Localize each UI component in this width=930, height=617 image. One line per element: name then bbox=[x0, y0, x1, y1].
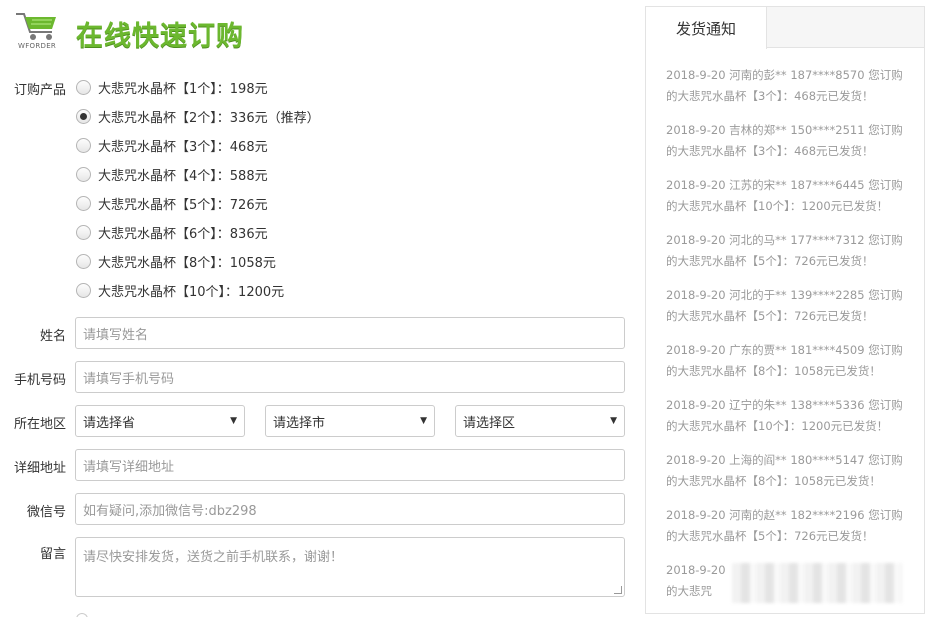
shipping-notice-item: 2018-9-20 吉林的郑** 150****2511 您订购的大悲咒水晶杯【… bbox=[666, 123, 903, 158]
radio-button[interactable] bbox=[76, 108, 91, 124]
product-option[interactable]: 大悲咒水晶杯【5个】：726元 bbox=[76, 193, 268, 213]
product-option-label: 大悲咒水晶杯【8个】：1058元 bbox=[98, 255, 276, 271]
province-select-value: 请选择省 bbox=[83, 415, 136, 431]
address-input[interactable]: 请填写详细地址 bbox=[75, 449, 625, 481]
product-option-label: 大悲咒水晶杯【2个】：336元（推荐） bbox=[98, 110, 320, 126]
message-row: 留言 请尽快安排发货，送货之前手机联系，谢谢！ bbox=[0, 537, 630, 597]
tab-shipping-notice[interactable]: 发货通知 bbox=[646, 7, 767, 49]
product-option[interactable]: 大悲咒水晶杯【3个】：468元 bbox=[76, 135, 268, 155]
district-select-value: 请选择区 bbox=[463, 415, 516, 431]
city-select[interactable]: 请选择市 ▼ bbox=[265, 405, 435, 437]
wechat-label: 微信号 bbox=[26, 505, 66, 520]
product-label: 订购产品 bbox=[13, 83, 66, 98]
name-label: 姓名 bbox=[39, 329, 66, 344]
product-option-label: 大悲咒水晶杯【3个】：468元 bbox=[98, 139, 268, 155]
region-label: 所在地区 bbox=[13, 417, 66, 432]
region-row: 所在地区 请选择省 ▼ 请选择市 ▼ 请选择区 ▼ bbox=[0, 405, 630, 437]
resize-handle-icon[interactable] bbox=[614, 586, 622, 594]
product-option[interactable]: 大悲咒水晶杯【4个】：588元 bbox=[76, 164, 268, 184]
dropdown-arrow-icon: ▼ bbox=[420, 416, 427, 426]
blurred-privacy-area bbox=[732, 563, 902, 603]
radio-button[interactable] bbox=[76, 224, 91, 240]
product-option[interactable]: 大悲咒水晶杯【10个】：1200元 bbox=[76, 280, 284, 300]
product-option-label: 大悲咒水晶杯【5个】：726元 bbox=[98, 197, 268, 213]
radio-button[interactable] bbox=[76, 137, 91, 153]
wechat-input[interactable]: 如有疑问,添加微信号:dbz298 bbox=[75, 493, 625, 525]
partial-radio[interactable] bbox=[76, 613, 88, 617]
radio-button[interactable] bbox=[76, 195, 91, 211]
shipping-notice-item: 2018-9-20 河南的赵** 182****2196 您订购的大悲咒水晶杯【… bbox=[666, 508, 903, 543]
message-placeholder: 请尽快安排发货，送货之前手机联系，谢谢！ bbox=[83, 550, 344, 565]
shipping-notice-item: 2018-9-20 江苏的宋** 187****6445 您订购的大悲咒水晶杯【… bbox=[666, 178, 903, 213]
tab-bar: 发货通知 bbox=[646, 7, 924, 49]
phone-label: 手机号码 bbox=[13, 373, 66, 388]
address-label: 详细地址 bbox=[13, 461, 66, 476]
product-option-label: 大悲咒水晶杯【6个】：836元 bbox=[98, 226, 268, 242]
radio-button[interactable] bbox=[76, 253, 91, 269]
province-select[interactable]: 请选择省 ▼ bbox=[75, 405, 245, 437]
shipping-notice-item: 2018-9-20 河北的于** 139****2285 您订购的大悲咒水晶杯【… bbox=[666, 288, 903, 323]
product-option[interactable]: 大悲咒水晶杯【2个】：336元（推荐） bbox=[76, 106, 320, 126]
product-option[interactable]: 大悲咒水晶杯【8个】：1058元 bbox=[76, 251, 276, 271]
city-select-value: 请选择市 bbox=[273, 415, 326, 431]
product-option-label: 大悲咒水晶杯【1个】：198元 bbox=[98, 81, 268, 97]
product-option-label: 大悲咒水晶杯【4个】：588元 bbox=[98, 168, 268, 184]
shipping-notice-item: 2018-9-20 河南的彭** 187****8570 您订购的大悲咒水晶杯【… bbox=[666, 68, 903, 103]
shipping-notice-item: 2018-9-20 河北的马** 177****7312 您订购的大悲咒水晶杯【… bbox=[666, 233, 903, 268]
name-input[interactable]: 请填写姓名 bbox=[75, 317, 625, 349]
district-select[interactable]: 请选择区 ▼ bbox=[455, 405, 625, 437]
shipping-notice-item: 2018-9-20 上海的阎** 180****5147 您订购的大悲咒水晶杯【… bbox=[666, 453, 903, 488]
phone-input[interactable]: 请填写手机号码 bbox=[75, 361, 625, 393]
product-option[interactable]: 大悲咒水晶杯【1个】：198元 bbox=[76, 77, 268, 97]
address-row: 详细地址 请填写详细地址 bbox=[0, 449, 630, 481]
dropdown-arrow-icon: ▼ bbox=[230, 416, 237, 426]
shopping-cart-logo[interactable]: WFORDER bbox=[12, 8, 64, 52]
product-option[interactable]: 大悲咒水晶杯【6个】：836元 bbox=[76, 222, 268, 242]
logo-text: WFORDER bbox=[18, 42, 57, 50]
phone-row: 手机号码 请填写手机号码 bbox=[0, 361, 630, 393]
shipping-notice-panel: 发货通知 2018-9-20 河南的彭** 187****8570 您订购的大悲… bbox=[645, 6, 925, 614]
page-title: 在线快速订购 bbox=[76, 21, 244, 52]
dropdown-arrow-icon: ▼ bbox=[610, 416, 617, 426]
radio-button[interactable] bbox=[76, 79, 91, 95]
product-option-label: 大悲咒水晶杯【10个】：1200元 bbox=[98, 284, 285, 300]
radio-button[interactable] bbox=[76, 166, 91, 182]
shopping-cart-icon bbox=[16, 13, 56, 40]
message-textarea[interactable]: 请尽快安排发货，送货之前手机联系，谢谢！ bbox=[75, 537, 625, 597]
name-row: 姓名 请填写姓名 bbox=[0, 317, 630, 349]
radio-button[interactable] bbox=[76, 282, 91, 298]
notice-list: 2018-9-20 河南的彭** 187****8570 您订购的大悲咒水晶杯【… bbox=[666, 65, 911, 613]
wechat-row: 微信号 如有疑问,添加微信号:dbz298 bbox=[0, 493, 630, 525]
shipping-notice-item: 2018-9-20 广东的贾** 181****4509 您订购的大悲咒水晶杯【… bbox=[666, 343, 903, 378]
header: WFORDER 在线快速订购 bbox=[12, 8, 244, 52]
message-label: 留言 bbox=[39, 547, 66, 562]
shipping-notice-item: 2018-9-20 辽宁的朱** 138****5336 您订购的大悲咒水晶杯【… bbox=[666, 398, 903, 433]
